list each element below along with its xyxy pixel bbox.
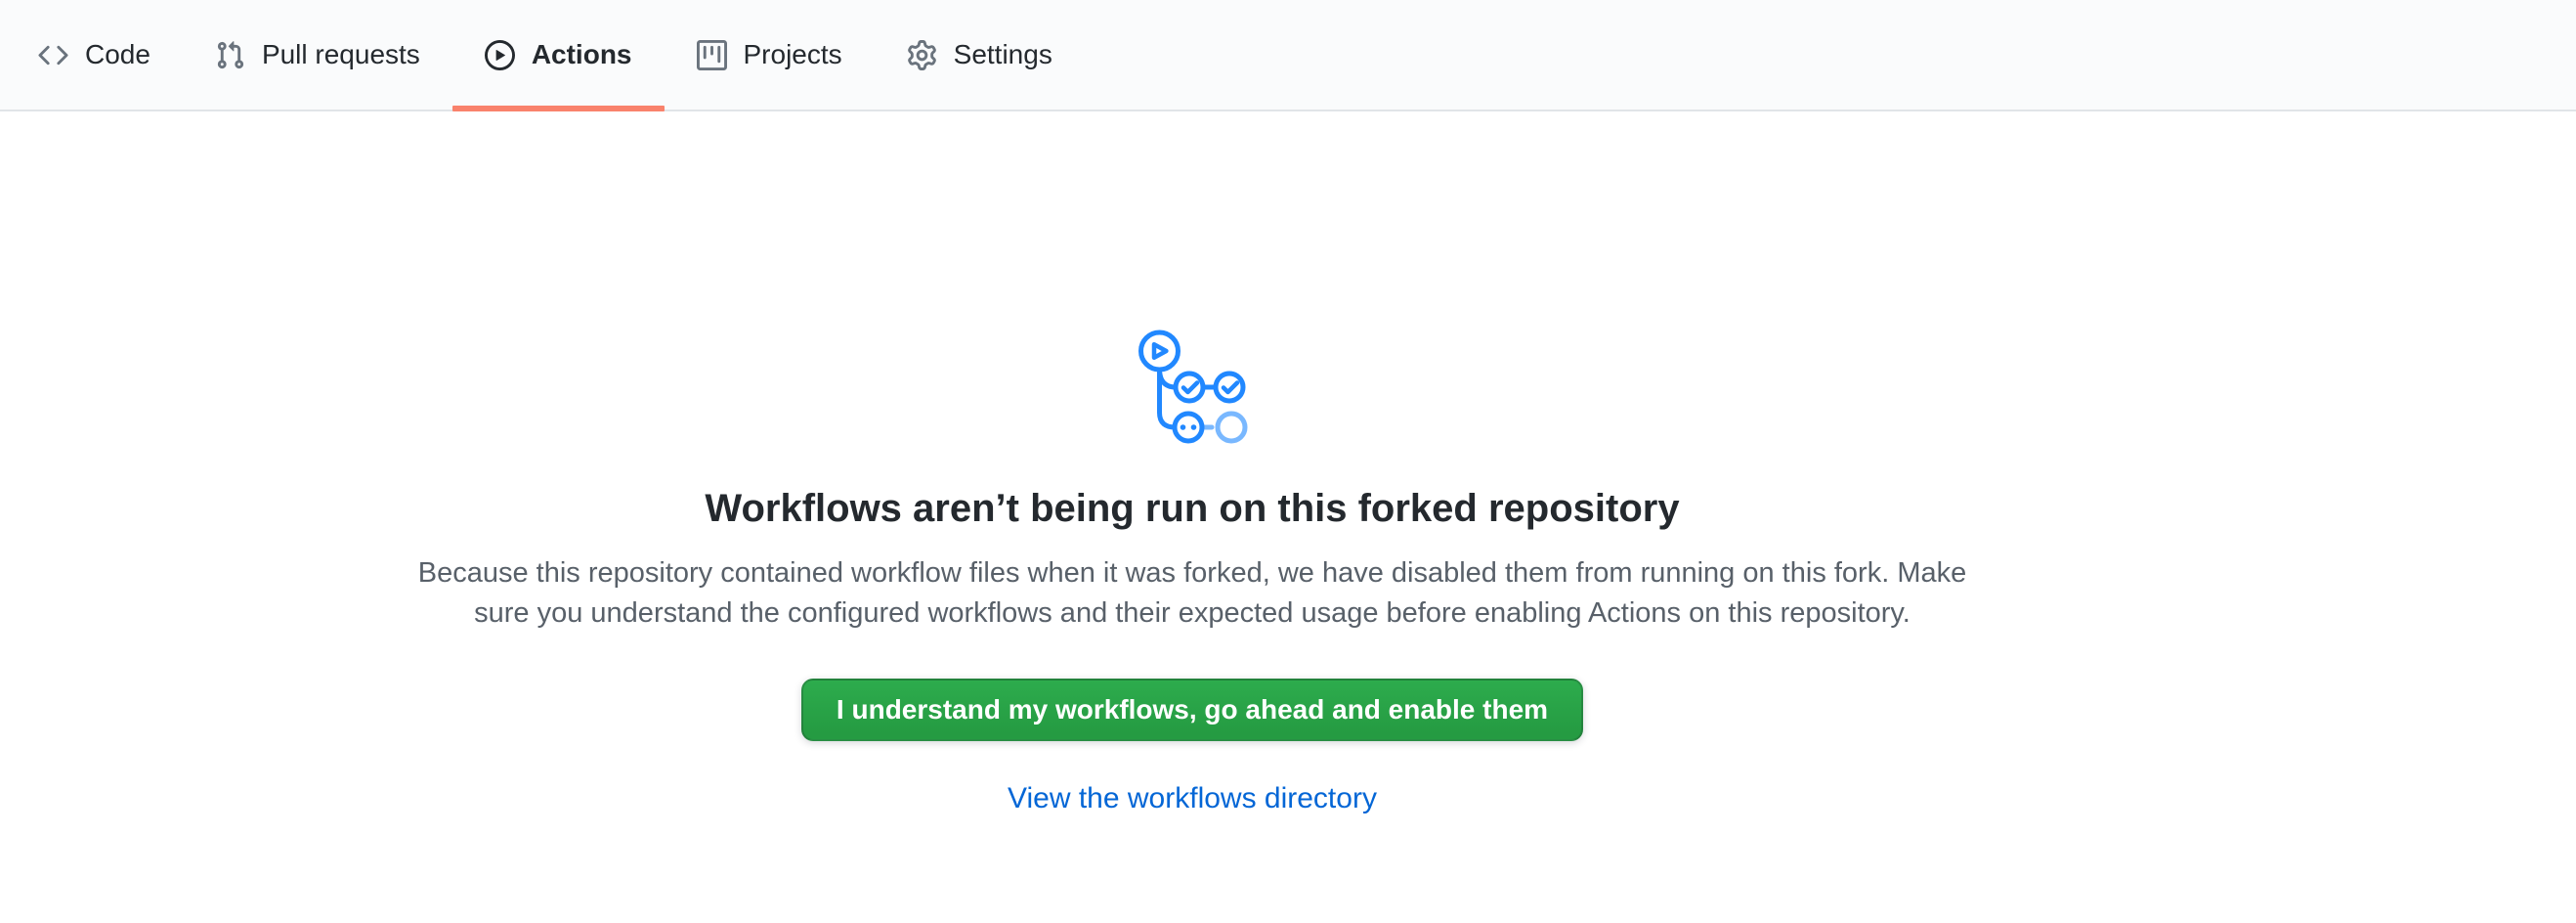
git-pull-request-icon: [215, 40, 245, 70]
tab-projects[interactable]: Projects: [665, 0, 875, 110]
tab-label: Pull requests: [262, 41, 420, 68]
enable-workflows-button[interactable]: I understand my workflows, go ahead and …: [801, 679, 1583, 741]
tab-code[interactable]: Code: [6, 0, 183, 110]
active-tab-underline: [452, 106, 665, 111]
workflows-link-row: View the workflows directory: [0, 741, 2384, 815]
gear-icon: [907, 40, 937, 70]
tab-settings[interactable]: Settings: [875, 0, 1085, 110]
actions-blankslate: Workflows aren’t being run on this forke…: [0, 111, 2384, 815]
enable-button-row: I understand my workflows, go ahead and …: [0, 634, 2384, 741]
play-icon: [485, 40, 515, 70]
workflow-graph-icon: [0, 111, 2384, 446]
tab-label: Projects: [744, 41, 842, 68]
view-workflows-directory-link[interactable]: View the workflows directory: [1008, 782, 1377, 815]
blankslate-title: Workflows aren’t being run on this forke…: [0, 485, 2384, 532]
repo-nav: Code Pull requests Actions Projects Sett…: [0, 0, 2576, 111]
project-icon: [697, 40, 727, 70]
tab-pull-requests[interactable]: Pull requests: [183, 0, 452, 110]
tab-label: Code: [85, 41, 150, 68]
tab-actions[interactable]: Actions: [452, 0, 665, 110]
tab-label: Actions: [532, 41, 632, 68]
blankslate-description: Because this repository contained workfl…: [389, 553, 1996, 634]
code-icon: [38, 40, 68, 70]
tab-label: Settings: [954, 41, 1052, 68]
